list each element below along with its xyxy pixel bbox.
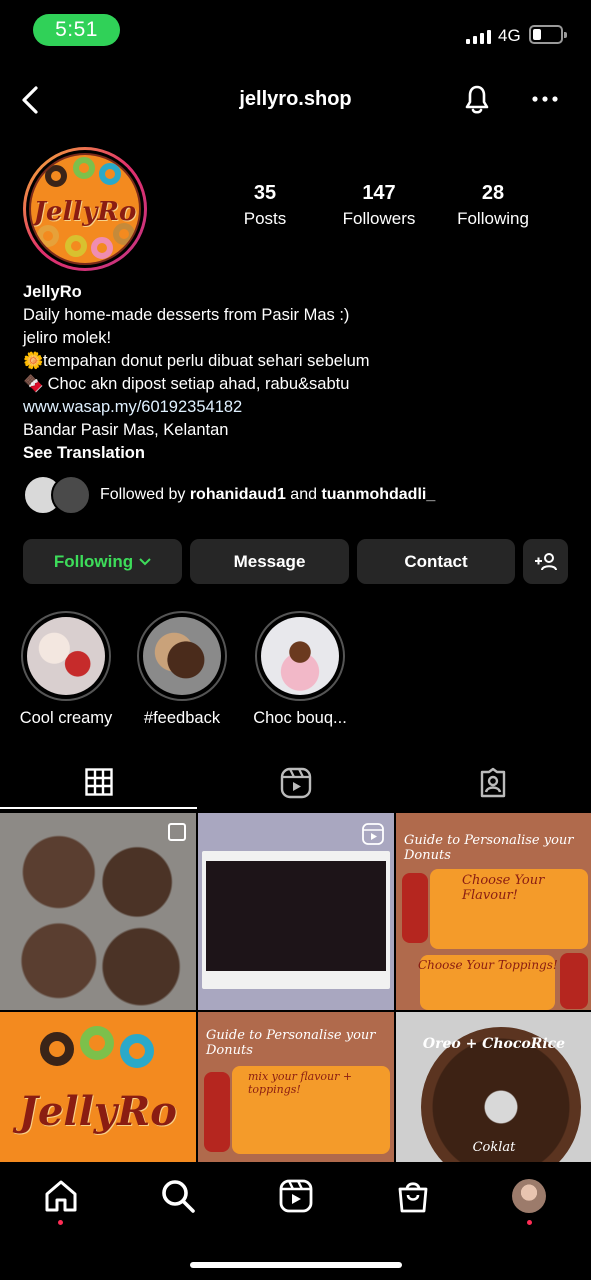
status-time[interactable]: 5:51 xyxy=(33,14,120,46)
profile-name: JellyRo xyxy=(23,283,82,301)
followed-by-text: Followed by rohanidaud1 and tuanmohdadli… xyxy=(100,486,436,503)
chevron-down-icon xyxy=(139,557,151,565)
avatar-logo-text: JellyRo xyxy=(33,197,137,227)
home-icon[interactable] xyxy=(41,1176,81,1216)
add-user-icon xyxy=(534,552,557,570)
choose-toppings-text: Choose Your Toppings! xyxy=(418,958,558,972)
post-thumbnail[interactable]: Guide to Personalise your Donuts Choose … xyxy=(396,813,591,1010)
carousel-icon xyxy=(168,823,186,841)
stat-posts-count: 35 xyxy=(253,182,277,204)
signal-icon xyxy=(466,28,491,44)
stat-following[interactable]: 28 Following xyxy=(433,182,553,229)
logo-text: JellyRo xyxy=(19,1088,177,1135)
stat-followers-count: 147 xyxy=(362,182,396,204)
profile-handle: jellyro.shop xyxy=(239,88,352,110)
post-thumbnail[interactable]: JellyRo xyxy=(0,1012,196,1163)
follower-username: tuanmohdadli_ xyxy=(321,486,436,503)
highlight-feedback[interactable]: #feedback xyxy=(132,611,232,728)
stat-following-count: 28 xyxy=(481,182,505,204)
tab-tagged[interactable] xyxy=(394,757,591,809)
see-translation-link[interactable]: See Translation xyxy=(23,442,563,465)
stat-followers-label: Followers xyxy=(342,209,416,228)
stat-followers[interactable]: 147 Followers xyxy=(319,182,439,229)
highlight-choc-bouquet[interactable]: Choc bouq... xyxy=(250,611,350,728)
followed-by[interactable]: Followed by rohanidaud1 and tuanmohdadli… xyxy=(23,475,573,517)
profile-avatar-tab[interactable] xyxy=(512,1179,546,1213)
follower-avatar xyxy=(51,475,91,515)
chocolate-icon: 🍫 xyxy=(23,375,44,393)
following-button[interactable]: Following xyxy=(23,539,182,584)
contact-button[interactable]: Contact xyxy=(357,539,515,584)
highlight-cover xyxy=(27,617,105,695)
bio-line: 🌼tempahan donut perlu dibuat sehari sebe… xyxy=(23,350,563,373)
donut-sub-text: Coklat xyxy=(472,1140,516,1155)
tab-reels[interactable] xyxy=(197,757,394,809)
bio-location: Bandar Pasir Mas, Kelantan xyxy=(23,421,229,439)
shop-icon[interactable] xyxy=(393,1176,433,1216)
top-nav: jellyro.shop xyxy=(0,70,591,130)
post-thumbnail[interactable] xyxy=(198,813,394,1010)
add-user-button[interactable] xyxy=(523,539,568,584)
stat-following-label: Following xyxy=(457,209,529,228)
bio-line: 🍫 Choc akn dipost setiap ahad, rabu&sabt… xyxy=(23,373,563,396)
network-type: 4G xyxy=(498,26,521,45)
profile-actions: Following Message Contact xyxy=(0,539,591,585)
highlight-cover xyxy=(143,617,221,695)
notification-bell-icon[interactable] xyxy=(458,80,496,118)
tagged-icon xyxy=(480,767,505,798)
choose-flavour-text: Choose Your Flavour! xyxy=(462,873,545,903)
profile-tabs xyxy=(0,757,591,809)
search-icon[interactable] xyxy=(158,1176,198,1216)
home-indicator[interactable] xyxy=(190,1262,402,1268)
highlight-cool-creamy[interactable]: Cool creamy xyxy=(16,611,116,728)
guide-title-text: Guide to Personalise your Donuts xyxy=(404,833,574,863)
battery-icon xyxy=(529,25,567,44)
more-options-icon[interactable] xyxy=(525,84,565,114)
reels-icon[interactable] xyxy=(276,1176,316,1216)
profile-avatar[interactable]: JellyRo xyxy=(23,147,147,271)
post-thumbnail[interactable]: Guide to Personalise your Donuts mix you… xyxy=(198,1012,394,1163)
status-bar: 5:51 4G xyxy=(0,0,591,62)
guide-title-text: Guide to Personalise your Donuts xyxy=(206,1028,376,1058)
stat-posts[interactable]: 35 Posts xyxy=(205,182,325,229)
stat-posts-label: Posts xyxy=(243,209,287,228)
tab-grid[interactable] xyxy=(0,757,197,809)
post-thumbnail[interactable] xyxy=(0,813,196,1010)
message-button[interactable]: Message xyxy=(190,539,349,584)
donut-title-text: Oreo + ChocoRice xyxy=(422,1036,566,1052)
follower-username: rohanidaud1 xyxy=(189,486,286,503)
highlight-label: #feedback xyxy=(143,709,221,727)
highlight-label: Cool creamy xyxy=(19,709,113,727)
sunflower-icon: 🌼 xyxy=(23,352,44,370)
bottom-tab-bar xyxy=(0,1162,591,1280)
home-notification-dot xyxy=(58,1220,63,1225)
profile-bio: JellyRo Daily home-made desserts from Pa… xyxy=(23,281,563,465)
reels-icon xyxy=(280,767,311,799)
highlight-label: Choc bouq... xyxy=(253,709,347,727)
highlight-cover xyxy=(261,617,339,695)
bio-line: jeliro molek! xyxy=(23,329,112,347)
post-grid: Guide to Personalise your Donuts Choose … xyxy=(0,813,591,1163)
mix-text: mix your flavour + toppings! xyxy=(248,1070,353,1096)
bio-link[interactable]: www.wasap.my/60192354182 xyxy=(23,396,563,419)
reels-icon xyxy=(362,823,384,845)
profile-notification-dot xyxy=(527,1220,532,1225)
bio-line: Daily home-made desserts from Pasir Mas … xyxy=(23,306,350,324)
post-thumbnail[interactable]: Oreo + ChocoRice Coklat xyxy=(396,1012,591,1163)
grid-icon xyxy=(84,768,113,796)
